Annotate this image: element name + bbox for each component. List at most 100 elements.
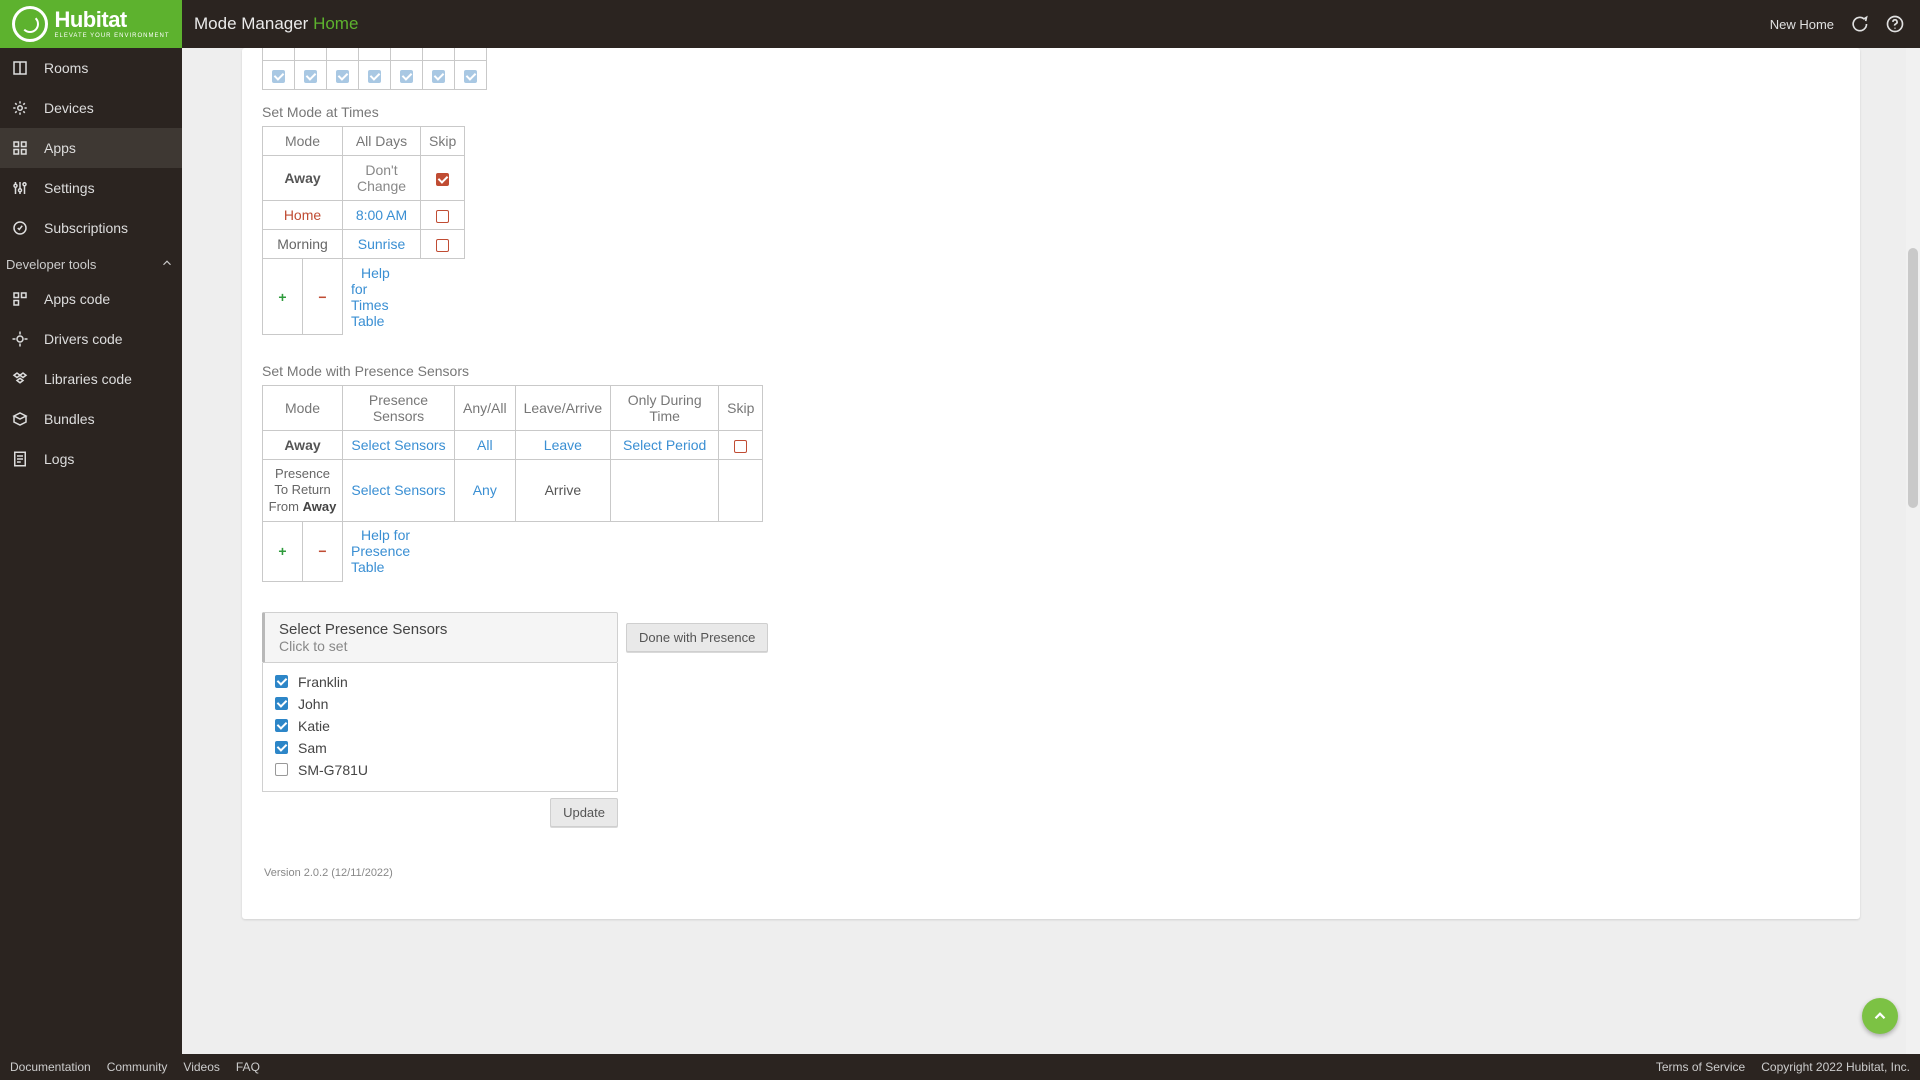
sidebar-section-label: Developer tools bbox=[6, 257, 96, 272]
skip-cell[interactable] bbox=[421, 156, 465, 201]
anyall-cell[interactable]: Any bbox=[455, 460, 516, 522]
sidebar-section-developer[interactable]: Developer tools bbox=[0, 248, 182, 279]
remove-row-button[interactable]: − bbox=[303, 521, 343, 581]
sensor-option[interactable]: John bbox=[275, 693, 605, 715]
footer-link-community[interactable]: Community bbox=[107, 1060, 168, 1074]
presence-add-remove: + − Help for Presence Table bbox=[262, 521, 418, 582]
settings-icon bbox=[10, 178, 30, 198]
scrollbar-thumb[interactable] bbox=[1908, 248, 1918, 508]
times-row: Morning Sunrise bbox=[263, 230, 465, 259]
help-icon[interactable] bbox=[1884, 13, 1906, 35]
sidebar-item-label: Apps bbox=[44, 140, 76, 156]
skip-cell[interactable] bbox=[421, 201, 465, 230]
bundles-icon bbox=[10, 409, 30, 429]
sensor-option[interactable]: SM-G781U bbox=[275, 759, 605, 781]
mode-cell[interactable]: Home bbox=[263, 201, 343, 230]
footer-link-documentation[interactable]: Documentation bbox=[10, 1060, 91, 1074]
logs-icon bbox=[10, 449, 30, 469]
day-check[interactable] bbox=[359, 61, 391, 90]
chevron-up-icon bbox=[160, 256, 174, 273]
chat-icon[interactable] bbox=[1848, 13, 1870, 35]
logo-icon bbox=[12, 6, 48, 42]
sidebar-item-rooms[interactable]: Rooms bbox=[0, 48, 182, 88]
footer-link-videos[interactable]: Videos bbox=[183, 1060, 219, 1074]
logo-tagline: ELEVATE YOUR ENVIRONMENT bbox=[54, 33, 169, 39]
done-with-presence-button[interactable]: Done with Presence bbox=[626, 623, 768, 652]
sensor-option[interactable]: Katie bbox=[275, 715, 605, 737]
day-check[interactable] bbox=[327, 61, 359, 90]
sidebar-item-apps[interactable]: Apps bbox=[0, 128, 182, 168]
times-table: Mode All Days Skip Away Don't Change Hom… bbox=[262, 126, 465, 259]
app-footer: Documentation Community Videos FAQ Terms… bbox=[0, 1054, 1920, 1080]
select-sensors-header[interactable]: Select Presence Sensors Click to set bbox=[262, 612, 618, 663]
add-row-button[interactable]: + bbox=[263, 521, 303, 581]
header-right: New Home bbox=[1770, 13, 1920, 35]
day-check[interactable] bbox=[263, 61, 295, 90]
alldays-cell: Don't Change bbox=[343, 156, 421, 201]
logo[interactable]: Hubitat ELEVATE YOUR ENVIRONMENT bbox=[0, 0, 182, 48]
hub-name[interactable]: New Home bbox=[1770, 17, 1834, 32]
presence-row: Presence To Return From Away Select Sens… bbox=[263, 460, 763, 522]
day-check[interactable] bbox=[391, 61, 423, 90]
day-check[interactable] bbox=[295, 61, 327, 90]
th-skip: Skip bbox=[421, 127, 465, 156]
page-title-prefix: Mode Manager bbox=[194, 14, 313, 33]
sidebar-item-label: Apps code bbox=[44, 291, 110, 307]
sensors-cell[interactable]: Select Sensors bbox=[343, 431, 455, 460]
presence-row: Away Select Sensors All Leave Select Per… bbox=[263, 431, 763, 460]
sidebar-item-label: Logs bbox=[44, 451, 74, 467]
sidebar-item-subscriptions[interactable]: Subscriptions bbox=[0, 208, 182, 248]
main-scroll[interactable]: Set Mode at Times Mode All Days Skip Awa… bbox=[182, 48, 1920, 1054]
sidebar-item-devices[interactable]: Devices bbox=[0, 88, 182, 128]
mode-cell: Morning bbox=[263, 230, 343, 259]
alldays-cell[interactable]: Sunrise bbox=[343, 230, 421, 259]
th-period: Only During Time bbox=[611, 386, 719, 431]
th-mode: Mode bbox=[263, 386, 343, 431]
sidebar-item-apps-code[interactable]: Apps code bbox=[0, 279, 182, 319]
checkbox-icon[interactable] bbox=[275, 763, 288, 776]
sensor-option[interactable]: Sam bbox=[275, 737, 605, 759]
remove-row-button[interactable]: − bbox=[303, 259, 343, 335]
sidebar-item-bundles[interactable]: Bundles bbox=[0, 399, 182, 439]
checkbox-icon[interactable] bbox=[275, 697, 288, 710]
th-la: Leave/Arrive bbox=[515, 386, 611, 431]
sensors-cell[interactable]: Select Sensors bbox=[343, 460, 455, 522]
skip-cell bbox=[719, 460, 763, 522]
alldays-cell[interactable]: 8:00 AM bbox=[343, 201, 421, 230]
update-button[interactable]: Update bbox=[550, 798, 618, 827]
sidebar-dev-group: Apps code Drivers code Libraries code Bu… bbox=[0, 279, 182, 479]
rooms-icon bbox=[10, 58, 30, 78]
day-check[interactable] bbox=[455, 61, 487, 90]
add-row-button[interactable]: + bbox=[263, 259, 303, 335]
day-check[interactable] bbox=[423, 61, 455, 90]
footer-link-tos[interactable]: Terms of Service bbox=[1656, 1060, 1745, 1074]
times-row: Home 8:00 AM bbox=[263, 201, 465, 230]
help-presence-link[interactable]: Help for Presence Table bbox=[351, 527, 410, 575]
skip-cell[interactable] bbox=[421, 230, 465, 259]
period-cell[interactable]: Select Period bbox=[611, 431, 719, 460]
sidebar: Rooms Devices Apps Settings Subscription… bbox=[0, 48, 182, 1054]
checkbox-icon[interactable] bbox=[275, 675, 288, 688]
sensor-option[interactable]: Franklin bbox=[275, 671, 605, 693]
page-title-accent: Home bbox=[313, 14, 358, 33]
th-skip: Skip bbox=[719, 386, 763, 431]
sidebar-item-drivers-code[interactable]: Drivers code bbox=[0, 319, 182, 359]
logo-text-wrap: Hubitat ELEVATE YOUR ENVIRONMENT bbox=[54, 9, 169, 39]
help-times-link[interactable]: Help for Times Table bbox=[351, 265, 390, 329]
content-card: Set Mode at Times Mode All Days Skip Awa… bbox=[242, 48, 1860, 919]
checkbox-icon[interactable] bbox=[275, 741, 288, 754]
leavearrive-cell: Arrive bbox=[515, 460, 611, 522]
skip-cell[interactable] bbox=[719, 431, 763, 460]
anyall-cell[interactable]: All bbox=[455, 431, 516, 460]
scrollbar[interactable] bbox=[1906, 48, 1920, 1054]
sidebar-item-logs[interactable]: Logs bbox=[0, 439, 182, 479]
leavearrive-cell[interactable]: Leave bbox=[515, 431, 611, 460]
drivers-code-icon bbox=[10, 329, 30, 349]
scroll-to-top-button[interactable] bbox=[1862, 998, 1898, 1034]
logo-text: Hubitat bbox=[54, 7, 126, 32]
checkbox-icon[interactable] bbox=[275, 719, 288, 732]
footer-link-faq[interactable]: FAQ bbox=[236, 1060, 260, 1074]
page-title: Mode Manager Home bbox=[182, 14, 358, 34]
sidebar-item-settings[interactable]: Settings bbox=[0, 168, 182, 208]
sidebar-item-libraries-code[interactable]: Libraries code bbox=[0, 359, 182, 399]
